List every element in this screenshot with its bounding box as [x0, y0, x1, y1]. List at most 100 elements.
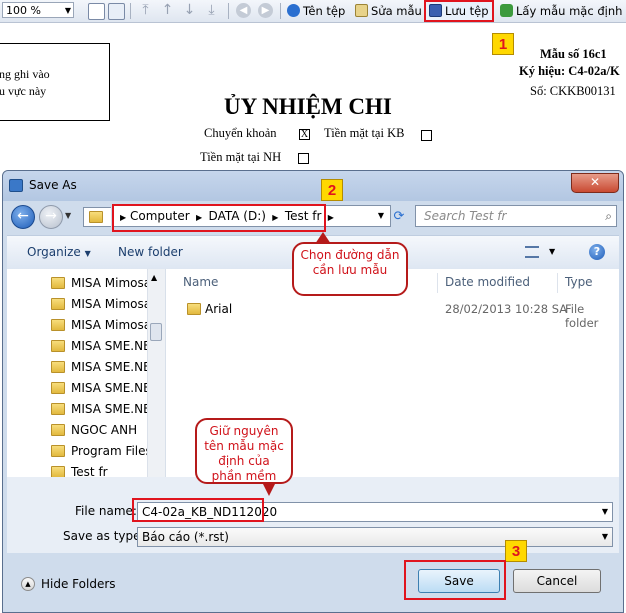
address-folder-slot: [83, 207, 111, 227]
address-dropdown-icon[interactable]: ▼: [378, 206, 384, 226]
edit-icon: [355, 4, 368, 17]
refresh-icon[interactable]: ⟳: [389, 207, 409, 227]
save-as-icon: [9, 179, 23, 192]
page-icon[interactable]: [88, 3, 105, 20]
column-name[interactable]: Name: [183, 269, 218, 295]
zoom-value: 100 %: [6, 4, 41, 17]
tien-mat-kb-label: Tiền mặt tại KB: [324, 126, 405, 140]
report-toolbar: 100 % ▼ ⤒ ↑ ↓ ⤓ ◀ ▶ Tên tệp Sửa mẫu Lưu …: [0, 0, 626, 23]
step-badge-1: 1: [492, 33, 514, 55]
lay-mau-mac-dinh-button[interactable]: Lấy mẫu mặc định: [500, 2, 622, 20]
info-icon: [287, 4, 300, 17]
scroll-thumb[interactable]: [150, 323, 162, 341]
nav-item[interactable]: MISA SME.NET: [71, 378, 158, 398]
file-date: 28/02/2013 10:28 SA: [445, 302, 568, 316]
note-line-2: u vực này: [0, 84, 47, 98]
file-row[interactable]: Arial 28/02/2013 10:28 SA File folder: [167, 299, 619, 330]
zoom-select[interactable]: 100 % ▼: [2, 2, 74, 18]
sua-mau-button[interactable]: Sửa mẫu: [355, 2, 422, 20]
nav-item[interactable]: NGOC ANH: [71, 420, 137, 440]
new-folder-button[interactable]: New folder: [118, 245, 183, 259]
toolbar-separator: [280, 3, 281, 19]
ten-tep-label: Tên tệp: [303, 4, 346, 18]
prev-page-icon[interactable]: ↑: [160, 3, 175, 18]
forward-icon[interactable]: ▶: [258, 3, 273, 18]
file-type: File folder: [565, 302, 599, 330]
save-form: File name: C4-02a_KB_ND112020 ▼ Save as …: [7, 477, 619, 553]
sua-mau-label: Sửa mẫu: [371, 4, 422, 18]
forward-button[interactable]: →: [39, 205, 63, 229]
navigation-pane: MISA Mimosa MISA Mimosa MISA Mimosa MISA SM…: [7, 269, 166, 477]
hide-folders-icon[interactable]: ▲: [21, 577, 35, 591]
chevron-down-icon: ▼: [64, 6, 71, 15]
folder-icon: [51, 340, 65, 352]
view-options-icon[interactable]: [525, 246, 539, 258]
ten-tep-button[interactable]: Tên tệp: [287, 2, 345, 20]
folder-icon: [51, 361, 65, 373]
cancel-button[interactable]: Cancel: [513, 569, 601, 593]
next-page-icon[interactable]: ↓: [182, 3, 197, 18]
view-chevron-icon[interactable]: ▼: [549, 247, 555, 256]
close-button[interactable]: ✕: [571, 173, 619, 193]
nav-item[interactable]: MISA SME.NET: [71, 399, 158, 419]
folder-icon: [51, 445, 65, 457]
toolbar-separator: [228, 3, 229, 19]
file-name-label: File name:: [75, 504, 137, 518]
tien-mat-kb-checkbox: [421, 130, 432, 141]
first-page-icon[interactable]: ⤒: [138, 3, 153, 18]
column-date-modified[interactable]: Date modified: [445, 269, 530, 295]
path-highlight: [112, 204, 326, 232]
folder-icon: [89, 211, 103, 223]
chevron-down-icon: ▼: [84, 249, 91, 258]
hide-folders-button[interactable]: Hide Folders: [41, 577, 116, 591]
dialog-titlebar[interactable]: Save As ✕: [3, 171, 623, 201]
back-icon[interactable]: ◀: [236, 3, 251, 18]
form-number: Mẫu số 16c1: [540, 47, 607, 61]
nav-item[interactable]: MISA Mimosa: [71, 273, 151, 293]
help-icon[interactable]: ?: [589, 244, 605, 260]
document-number: Số: CKKB00131: [530, 84, 616, 98]
chevron-down-icon[interactable]: ▼: [602, 503, 608, 521]
luu-tep-button[interactable]: Lưu tệp: [424, 0, 494, 22]
callout-pointer: [262, 482, 276, 496]
last-page-icon[interactable]: ⤓: [204, 3, 219, 18]
page-setup-icon[interactable]: [108, 3, 125, 20]
back-button[interactable]: ←: [11, 205, 35, 229]
form-code: Ký hiệu: C4-02a/K: [519, 64, 620, 78]
navigation-scrollbar[interactable]: ▲: [147, 269, 165, 477]
save-as-type-select[interactable]: Báo cáo (*.rst) ▼: [137, 527, 613, 547]
chevron-down-icon[interactable]: ▼: [602, 528, 608, 546]
nav-item[interactable]: MISA SME.NET: [71, 357, 158, 377]
column-divider: [557, 273, 558, 293]
save-as-type-label: Save as type:: [63, 529, 145, 543]
luu-tep-label: Lưu tệp: [445, 4, 489, 18]
folder-icon: [51, 424, 65, 436]
dialog-title: Save As: [29, 178, 77, 192]
column-type[interactable]: Type: [565, 269, 593, 295]
step-badge-2: 2: [321, 179, 343, 201]
nav-item[interactable]: Program Files: [71, 441, 152, 461]
folder-icon: [187, 303, 201, 315]
file-name: Arial: [205, 302, 233, 316]
tien-mat-nh-label: Tiền mặt tại NH: [200, 150, 282, 164]
document-title: ỦY NHIỆM CHI: [224, 94, 392, 119]
note-box: ng ghi vào u vực này: [0, 43, 110, 121]
nav-item[interactable]: MISA SME.NET: [71, 336, 158, 356]
lay-mau-label: Lấy mẫu mặc định: [516, 4, 623, 18]
nav-item[interactable]: MISA Mimosa: [71, 315, 151, 335]
chuyen-khoan-label: Chuyển khoản: [204, 126, 277, 140]
nav-item[interactable]: MISA Mimosa: [71, 294, 151, 314]
search-input[interactable]: Search Test fr ⌕: [415, 205, 617, 227]
save-as-type-value: Báo cáo (*.rst): [142, 530, 229, 544]
folder-icon: [51, 382, 65, 394]
save-as-dialog: Save As ✕ ← → ▼ ▶ Computer ▶ DATA (D:) ▶…: [2, 170, 624, 613]
callout-keep-name: Giữ nguyên tên mẫu mặc định của phần mềm: [195, 418, 293, 484]
scroll-up-icon[interactable]: ▲: [151, 273, 157, 282]
nav-item[interactable]: Test fr: [71, 462, 108, 477]
column-divider: [437, 273, 438, 293]
recent-locations-chevron-icon[interactable]: ▼: [65, 211, 71, 220]
organize-button[interactable]: Organize ▼: [27, 245, 91, 259]
search-icon: ⌕: [605, 209, 612, 223]
folder-icon: [51, 298, 65, 310]
folder-icon: [51, 466, 65, 477]
